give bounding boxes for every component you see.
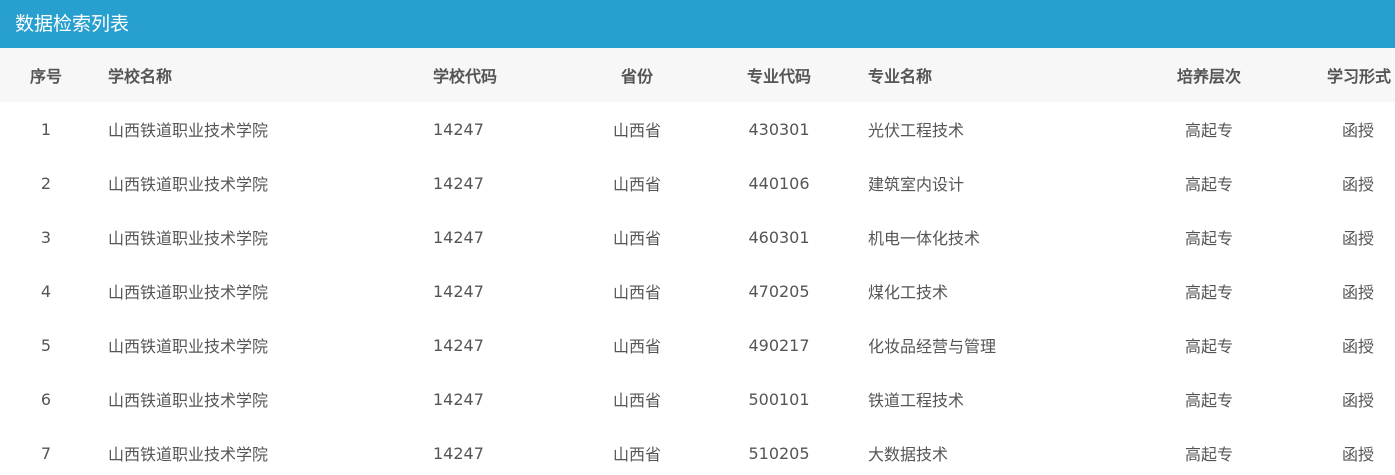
header-level: 培养层次 [1176,67,1241,86]
cell-index: 3 [40,227,52,247]
cell-index: 6 [40,389,52,409]
cell-school-name: 山西铁道职业技术学院 [108,283,269,302]
cell-level: 高起专 [1184,121,1233,140]
results-table: 序号 学校名称 学校代码 省份 专业代码 专业名称 培养层次 学习形式 1 山西… [0,48,1395,475]
cell-school-code: 14247 [433,173,484,193]
header-major-name: 专业名称 [868,67,933,86]
cell-major-code: 490217 [748,335,810,355]
cell-study-mode: 函授 [1341,445,1374,464]
cell-province: 山西省 [612,175,661,194]
cell-study-mode: 函授 [1341,121,1374,140]
cell-province: 山西省 [612,445,661,464]
table-row[interactable]: 3 山西铁道职业技术学院 14247 山西省 460301 机电一体化技术 高起… [0,210,1395,264]
header-index: 序号 [29,67,62,86]
cell-index: 4 [40,281,52,301]
cell-major-name: 光伏工程技术 [868,121,965,140]
cell-school-code: 14247 [433,389,484,409]
cell-study-mode: 函授 [1341,337,1374,356]
table-row[interactable]: 2 山西铁道职业技术学院 14247 山西省 440106 建筑室内设计 高起专… [0,156,1395,210]
table-row[interactable]: 7 山西铁道职业技术学院 14247 山西省 510205 大数据技术 高起专 … [0,426,1395,475]
cell-level: 高起专 [1184,445,1233,464]
table-row[interactable]: 5 山西铁道职业技术学院 14247 山西省 490217 化妆品经营与管理 高… [0,318,1395,372]
cell-major-code: 500101 [748,389,810,409]
cell-level: 高起专 [1184,175,1233,194]
cell-study-mode: 函授 [1341,175,1374,194]
header-school-name: 学校名称 [108,67,173,86]
cell-province: 山西省 [612,337,661,356]
header-study-mode: 学习形式 [1326,67,1391,86]
cell-school-code: 14247 [433,227,484,247]
cell-major-code: 430301 [748,119,810,139]
cell-province: 山西省 [612,121,661,140]
cell-province: 山西省 [612,391,661,410]
cell-index: 7 [40,443,52,463]
cell-study-mode: 函授 [1341,283,1374,302]
cell-level: 高起专 [1184,337,1233,356]
table-body: 1 山西铁道职业技术学院 14247 山西省 430301 光伏工程技术 高起专… [0,102,1395,475]
header-major-code: 专业代码 [746,67,811,86]
cell-level: 高起专 [1184,391,1233,410]
cell-major-code: 470205 [748,281,810,301]
cell-study-mode: 函授 [1341,229,1374,248]
cell-level: 高起专 [1184,283,1233,302]
cell-index: 1 [40,119,52,139]
cell-major-name: 铁道工程技术 [868,391,965,410]
cell-major-name: 机电一体化技术 [868,229,981,248]
cell-school-code: 14247 [433,119,484,139]
cell-major-code: 510205 [748,443,810,463]
cell-school-name: 山西铁道职业技术学院 [108,337,269,356]
cell-province: 山西省 [612,229,661,248]
cell-school-code: 14247 [433,281,484,301]
cell-level: 高起专 [1184,229,1233,248]
cell-major-name: 大数据技术 [868,445,949,464]
table-header: 序号 学校名称 学校代码 省份 专业代码 专业名称 培养层次 学习形式 [0,48,1395,102]
cell-school-code: 14247 [433,335,484,355]
cell-major-name: 建筑室内设计 [868,175,965,194]
cell-school-name: 山西铁道职业技术学院 [108,121,269,140]
table-header-row: 序号 学校名称 学校代码 省份 专业代码 专业名称 培养层次 学习形式 [0,48,1395,102]
cell-school-code: 14247 [433,443,484,463]
header-province: 省份 [620,67,653,86]
data-search-panel: 数据检索列表 序号 学校名称 学校代码 省份 专业代码 专业名称 培养层次 学习… [0,0,1395,475]
cell-school-name: 山西铁道职业技术学院 [108,229,269,248]
table-row[interactable]: 6 山西铁道职业技术学院 14247 山西省 500101 铁道工程技术 高起专… [0,372,1395,426]
cell-major-name: 煤化工技术 [868,283,949,302]
cell-major-code: 440106 [748,173,810,193]
cell-index: 5 [40,335,52,355]
cell-major-code: 460301 [748,227,810,247]
cell-school-name: 山西铁道职业技术学院 [108,391,269,410]
cell-school-name: 山西铁道职业技术学院 [108,445,269,464]
header-school-code: 学校代码 [433,67,498,86]
cell-school-name: 山西铁道职业技术学院 [108,175,269,194]
cell-study-mode: 函授 [1341,391,1374,410]
cell-province: 山西省 [612,283,661,302]
cell-major-name: 化妆品经营与管理 [868,337,997,356]
panel-title: 数据检索列表 [0,0,1395,48]
cell-index: 2 [40,173,52,193]
table-row[interactable]: 4 山西铁道职业技术学院 14247 山西省 470205 煤化工技术 高起专 … [0,264,1395,318]
table-row[interactable]: 1 山西铁道职业技术学院 14247 山西省 430301 光伏工程技术 高起专… [0,102,1395,156]
